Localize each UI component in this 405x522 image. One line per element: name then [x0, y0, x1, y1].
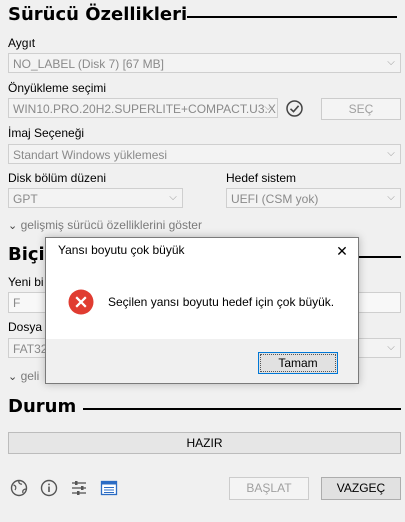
error-dialog: Yansı boyutu çok büyük ✕ Seçilen yansı b… [45, 237, 359, 384]
chevron-down-icon: ⌵ [387, 148, 395, 159]
chevron-down-icon: ⌵ [387, 57, 395, 68]
chevron-down-icon: ⌄ [8, 371, 18, 383]
advanced-format-toggle[interactable]: ⌄ geli [8, 369, 39, 383]
check-hash-icon[interactable] [285, 99, 304, 118]
ok-button-label: Tamam [260, 354, 336, 372]
partition-scheme-label: Disk bölüm düzeni [8, 171, 107, 185]
partition-scheme-value: GPT [13, 192, 38, 206]
device-label: Aygıt [8, 36, 36, 50]
start-button[interactable]: BAŞLAT [229, 477, 309, 500]
target-system-value: UEFI (CSM yok) [231, 192, 319, 206]
boot-selection-value: WIN10.PRO.20H2.SUPERLITE+COMPACT.U3.X [13, 102, 276, 116]
title-rule [187, 16, 397, 18]
status-title-rule [83, 408, 401, 410]
boot-selection-select[interactable]: WIN10.PRO.20H2.SUPERLITE+COMPACT.U3.X ⌵ [8, 98, 278, 118]
info-icon[interactable] [40, 479, 58, 497]
boot-selection-label: Önyükleme seçimi [8, 81, 107, 95]
device-value: NO_LABEL (Disk 7) [67 MB] [13, 57, 164, 71]
select-image-button[interactable]: SEÇ [321, 98, 401, 120]
image-option-select[interactable]: Standart Windows yüklemesi ⌵ [8, 144, 401, 164]
volume-label-value: F [13, 296, 21, 310]
format-title-rule [355, 256, 401, 258]
dialog-message: Seçilen yansı boyutu hedef için çok büyü… [108, 295, 335, 309]
cancel-button[interactable]: VAZGEÇ [321, 477, 401, 500]
settings-sliders-icon[interactable] [70, 479, 88, 497]
globe-icon[interactable] [10, 479, 28, 497]
image-option-label: İmaj Seçeneği [8, 126, 85, 140]
dialog-title: Yansı boyutu çok büyük [58, 243, 185, 257]
image-option-value: Standart Windows yüklemesi [13, 148, 168, 162]
volume-label-label: Yeni bi [8, 275, 44, 289]
log-icon[interactable] [100, 479, 118, 497]
format-options-title: Biçi [8, 244, 45, 265]
chevron-down-icon: ⌵ [169, 192, 177, 203]
status-title: Durum [8, 396, 77, 417]
close-icon[interactable]: ✕ [329, 240, 355, 262]
chevron-down-icon: ⌵ [387, 192, 395, 203]
drive-properties-title: Sürücü Özellikleri [8, 4, 188, 25]
chevron-down-icon: ⌄ [8, 220, 18, 232]
status-text: HAZIR [186, 436, 223, 450]
file-system-value: FAT32 [13, 342, 48, 356]
advanced-format-toggle-label: geli [20, 369, 40, 383]
target-system-label: Hedef sistem [226, 171, 297, 185]
ok-button[interactable]: Tamam [258, 352, 338, 374]
error-icon [68, 289, 94, 315]
chevron-down-icon: ⌵ [264, 102, 272, 113]
status-bar: HAZIR [8, 432, 401, 454]
target-system-select[interactable]: UEFI (CSM yok) ⌵ [226, 188, 401, 208]
advanced-drive-toggle[interactable]: ⌄ gelişmiş sürücü özelliklerini göster [8, 218, 202, 232]
device-select[interactable]: NO_LABEL (Disk 7) [67 MB] ⌵ [8, 53, 401, 73]
dialog-button-area: Tamam [46, 339, 358, 383]
chevron-down-icon: ⌵ [387, 342, 395, 353]
partition-scheme-select[interactable]: GPT ⌵ [8, 188, 183, 208]
advanced-drive-toggle-label: gelişmiş sürücü özelliklerini göster [20, 218, 202, 232]
